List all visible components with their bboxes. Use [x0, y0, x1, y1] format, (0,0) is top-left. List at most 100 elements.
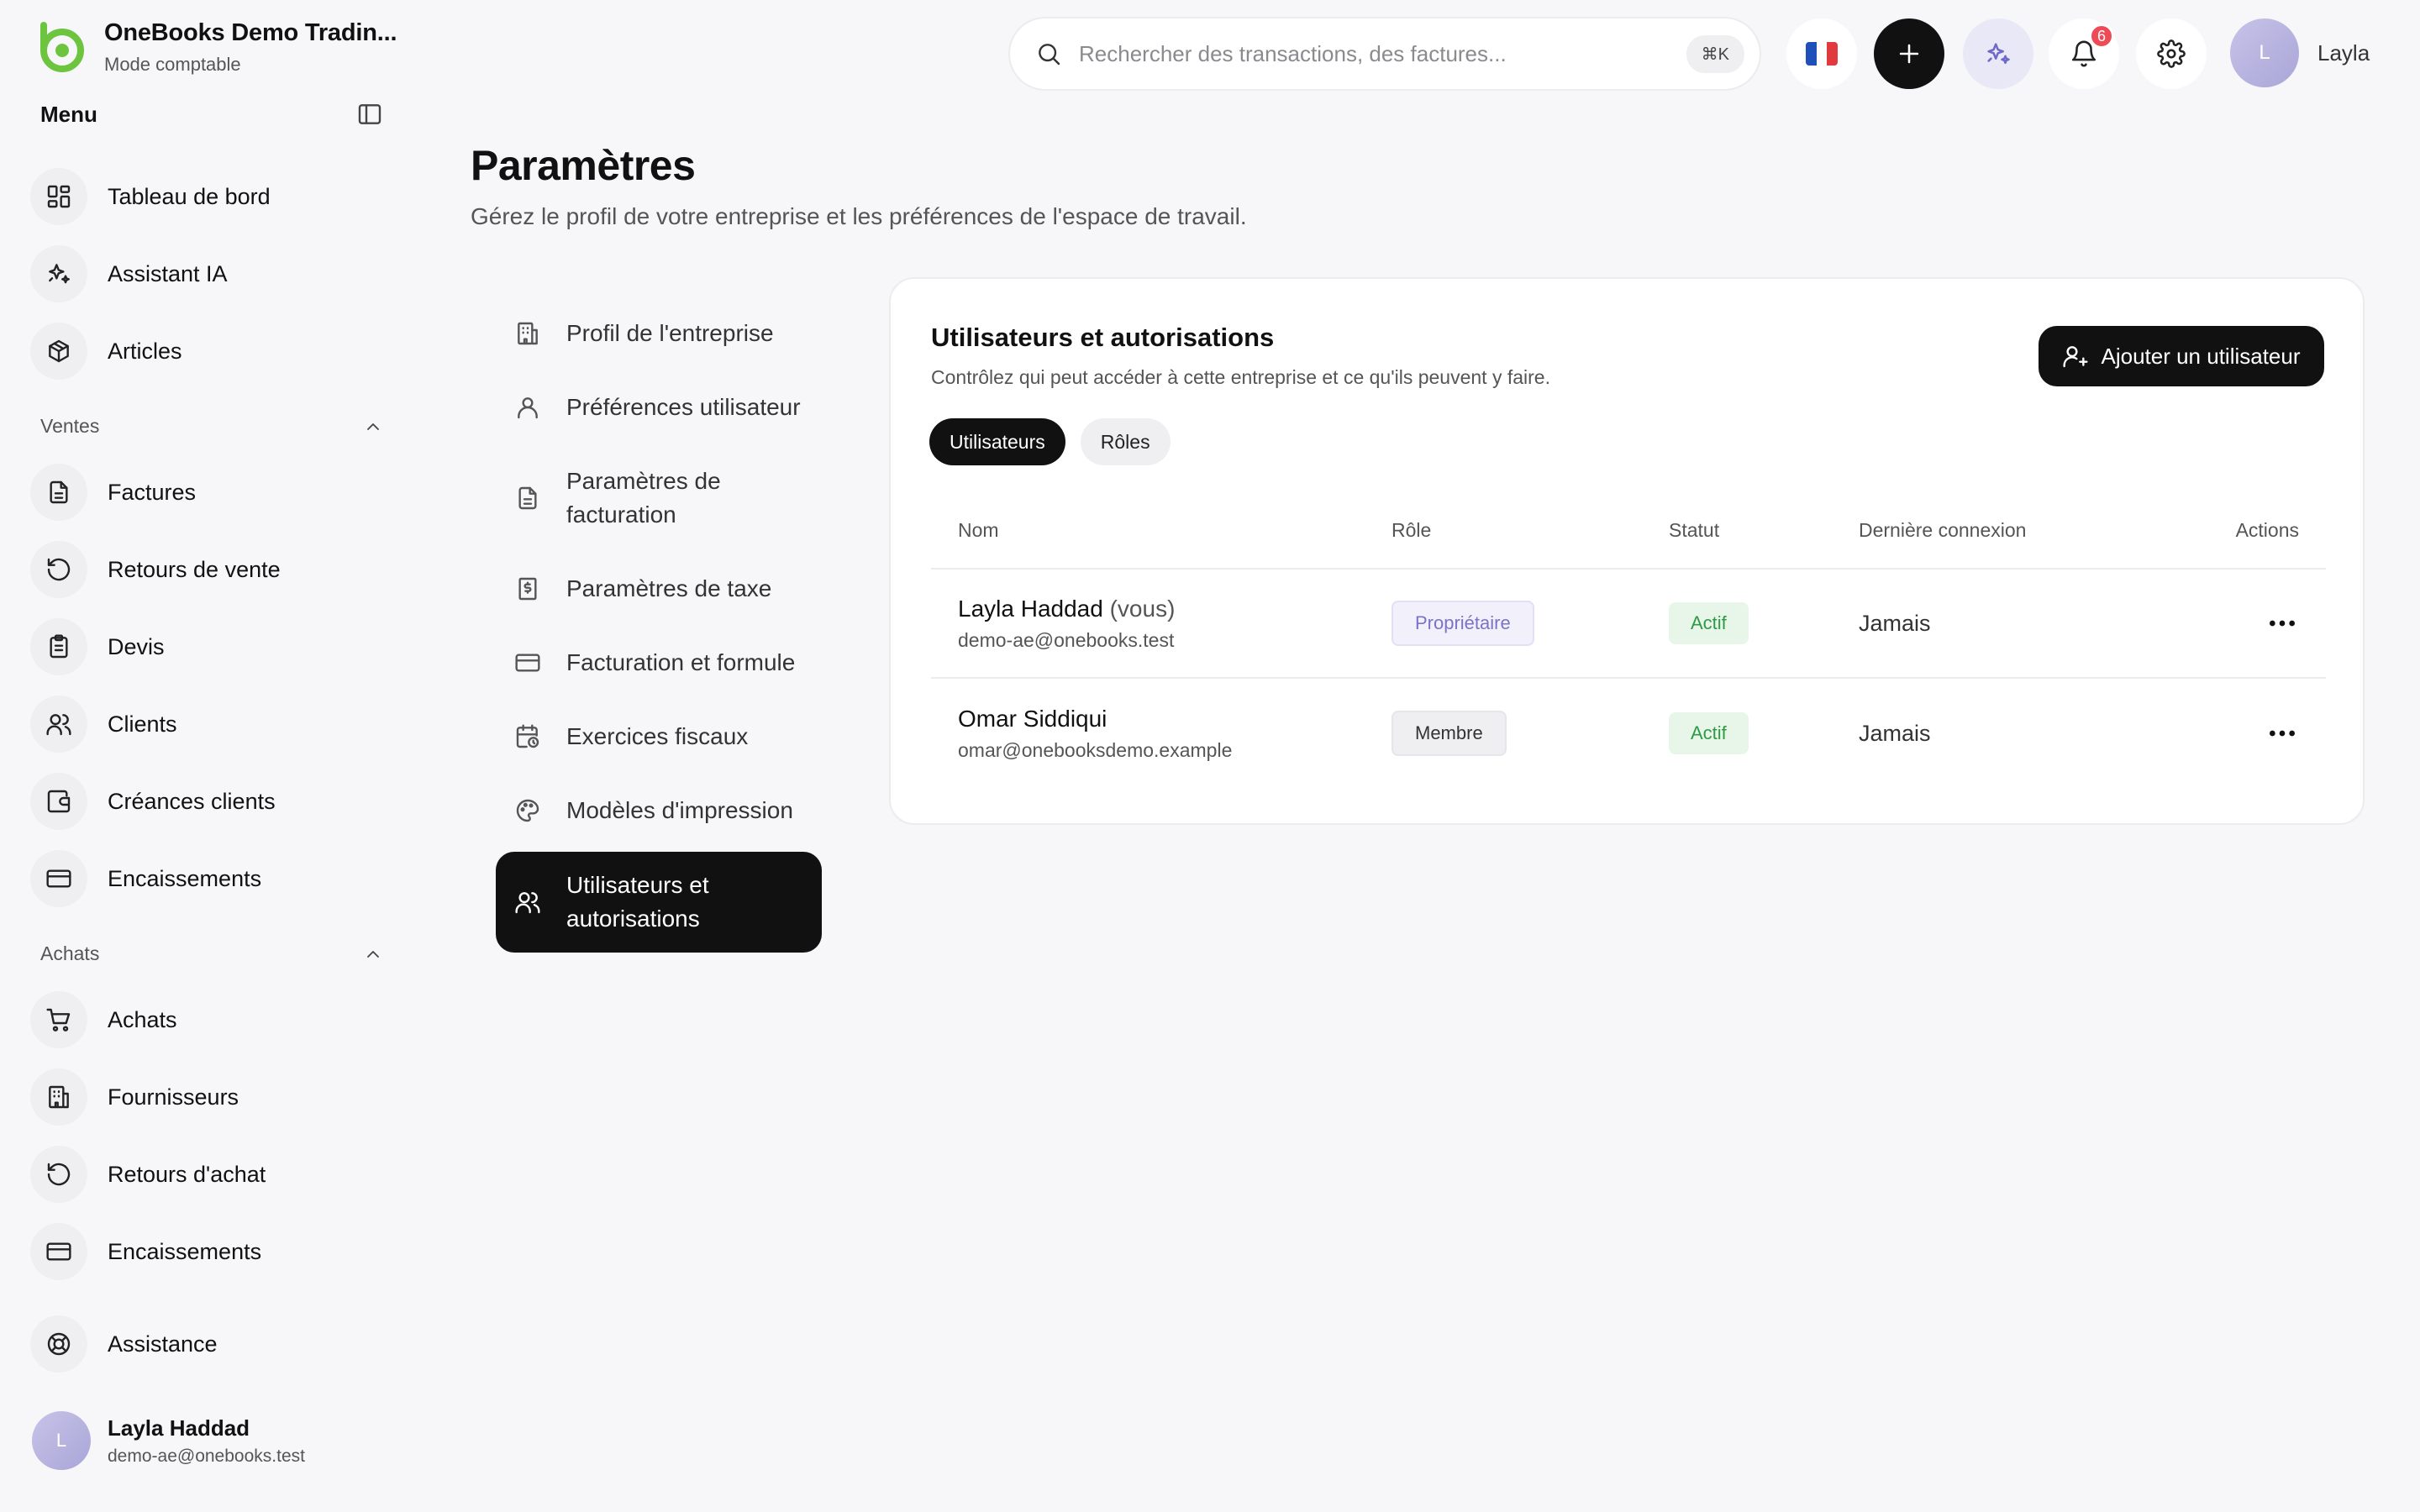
brand-block[interactable]: OneBooks Demo Tradin... Mode comptable — [32, 18, 397, 76]
card-title: Utilisateurs et autorisations — [931, 323, 1275, 352]
brand-logo-icon — [32, 18, 89, 76]
column-header-last-login[interactable]: Dernière connexion — [1859, 519, 2195, 542]
column-header-name[interactable]: Nom — [931, 519, 1392, 542]
dashboard-icon — [45, 183, 72, 210]
search-shortcut: ⌘K — [1686, 34, 1744, 73]
settings-nav-print-templates[interactable]: Modèles d'impression — [496, 793, 822, 828]
quick-add-button[interactable] — [1874, 18, 1944, 89]
lifebuoy-icon — [45, 1331, 72, 1357]
add-user-button[interactable]: Ajouter un utilisateur — [2039, 326, 2324, 386]
ai-assistant-button[interactable] — [1963, 18, 2033, 89]
table-row[interactable]: Omar Siddiqui omar@onebooksdemo.example … — [931, 679, 2326, 788]
column-header-status[interactable]: Statut — [1669, 519, 1859, 542]
settings-nav-label: Préférences utilisateur — [566, 394, 801, 420]
settings-nav-company-profile[interactable]: Profil de l'entreprise — [496, 316, 822, 351]
sidebar-item-label: Clients — [108, 711, 177, 737]
sidebar-item-label: Assistance — [108, 1331, 218, 1357]
sidebar-item-label: Retours de vente — [108, 556, 281, 582]
more-actions-icon[interactable] — [2265, 606, 2299, 640]
status-badge: Actif — [1669, 602, 1749, 644]
clipboard-icon — [45, 633, 72, 660]
settings-nav-fiscal-years[interactable]: Exercices fiscaux — [496, 719, 822, 754]
notifications-button[interactable]: 6 — [2049, 18, 2119, 89]
gear-icon — [2157, 39, 2186, 68]
sidebar-item-quotes[interactable]: Devis — [30, 613, 165, 680]
section-title-purchases: Achats — [40, 942, 100, 964]
role-badge: Membre — [1392, 711, 1507, 756]
settings-nav-billing-plan[interactable]: Facturation et formule — [496, 645, 822, 680]
sidebar-item-label: Tableau de bord — [108, 183, 271, 209]
users-icon — [45, 711, 72, 738]
search-bar[interactable]: ⌘K — [1008, 17, 1761, 91]
sidebar-item-articles[interactable]: Articles — [30, 318, 182, 385]
sidebar-item-collections[interactable]: Encaissements — [30, 845, 261, 912]
tab-users[interactable]: Utilisateurs — [929, 418, 1065, 465]
sidebar-item-clients[interactable]: Clients — [30, 690, 177, 758]
sidebar-item-invoices[interactable]: Factures — [30, 459, 196, 526]
sidebar-user-card[interactable]: L Layla Haddad demo-ae@onebooks.test — [32, 1411, 305, 1470]
chevron-up-icon[interactable] — [363, 417, 383, 437]
current-user-tag: (vous) — [1109, 595, 1176, 622]
table-row[interactable]: Layla Haddad (vous) demo-ae@onebooks.tes… — [931, 570, 2326, 679]
palette-icon — [514, 797, 541, 824]
credit-card-icon — [514, 649, 541, 676]
notification-badge: 6 — [2089, 24, 2114, 49]
user-name-cell: Omar Siddiqui — [958, 705, 1107, 732]
company-mode: Mode comptable — [104, 53, 241, 75]
users-permissions-card: Utilisateurs et autorisations Contrôlez … — [889, 277, 2365, 825]
last-login-cell: Jamais — [1859, 610, 1931, 636]
sparkles-icon — [45, 260, 72, 287]
avatar: L — [32, 1411, 91, 1470]
more-actions-icon[interactable] — [2265, 717, 2299, 750]
sidebar-item-label: Articles — [108, 338, 182, 364]
sidebar-item-purchase-payments[interactable]: Encaissements — [30, 1218, 261, 1285]
sidebar-item-label: Devis — [108, 633, 165, 659]
status-badge: Actif — [1669, 712, 1749, 754]
sidebar-item-receivables[interactable]: Créances clients — [30, 768, 276, 835]
user-icon — [514, 394, 541, 421]
settings-nav-label: Paramètres de taxe — [566, 575, 772, 601]
sidebar-item-dashboard[interactable]: Tableau de bord — [30, 163, 271, 230]
menu-title: Menu — [40, 101, 97, 127]
credit-card-icon — [45, 1238, 72, 1265]
sidebar-item-sales-returns[interactable]: Retours de vente — [30, 536, 281, 603]
profile-name: Layla — [2317, 39, 2370, 66]
sidebar-item-support[interactable]: Assistance — [30, 1310, 218, 1378]
sidebar-item-purchase-returns[interactable]: Retours d'achat — [30, 1141, 266, 1208]
sidebar-item-suppliers[interactable]: Fournisseurs — [30, 1063, 239, 1131]
file-text-icon — [514, 485, 541, 512]
language-button[interactable] — [1786, 18, 1857, 89]
users-table: Nom Rôle Statut Dernière connexion Actio… — [931, 492, 2326, 788]
role-badge: Propriétaire — [1392, 601, 1534, 646]
sidebar-item-ai-assistant[interactable]: Assistant IA — [30, 240, 228, 307]
settings-nav-label: Profil de l'entreprise — [566, 320, 774, 346]
wallet-icon — [45, 788, 72, 815]
settings-nav-user-preferences[interactable]: Préférences utilisateur — [496, 390, 822, 425]
box-icon — [45, 338, 72, 365]
user-name-cell: Layla Haddad (vous) — [958, 595, 1176, 622]
sidebar-item-label: Créances clients — [108, 788, 276, 814]
user-email: demo-ae@onebooks.test — [108, 1446, 305, 1466]
user-email-cell: demo-ae@onebooks.test — [958, 628, 1175, 651]
settings-nav-users-permissions[interactable]: Utilisateurs et autorisations — [496, 852, 822, 953]
profile-menu[interactable]: L Layla — [2230, 18, 2370, 87]
sidebar-item-label: Factures — [108, 479, 197, 505]
table-header: Nom Rôle Statut Dernière connexion Actio… — [931, 492, 2326, 570]
tab-roles[interactable]: Rôles — [1080, 418, 1171, 465]
sidebar-item-label: Fournisseurs — [108, 1084, 239, 1110]
column-header-role[interactable]: Rôle — [1392, 519, 1669, 542]
users-tabs: Utilisateurs Rôles — [929, 418, 1171, 465]
page-title: Paramètres — [471, 142, 696, 189]
company-name: OneBooks Demo Tradin... — [104, 18, 397, 46]
sidebar-item-purchases[interactable]: Achats — [30, 986, 177, 1053]
settings-button[interactable] — [2136, 18, 2207, 89]
settings-nav-tax-settings[interactable]: Paramètres de taxe — [496, 571, 822, 606]
search-icon — [1035, 40, 1062, 67]
page-subtitle: Gérez le profil de votre entreprise et l… — [471, 203, 1247, 229]
sidebar-item-label: Encaissements — [108, 1238, 262, 1264]
settings-nav-billing-settings[interactable]: Paramètres de facturation — [496, 464, 822, 533]
column-header-actions: Actions — [2235, 518, 2299, 541]
sidebar-collapse-icon[interactable] — [356, 101, 383, 128]
chevron-up-icon[interactable] — [363, 944, 383, 964]
search-input[interactable] — [1079, 40, 1686, 67]
